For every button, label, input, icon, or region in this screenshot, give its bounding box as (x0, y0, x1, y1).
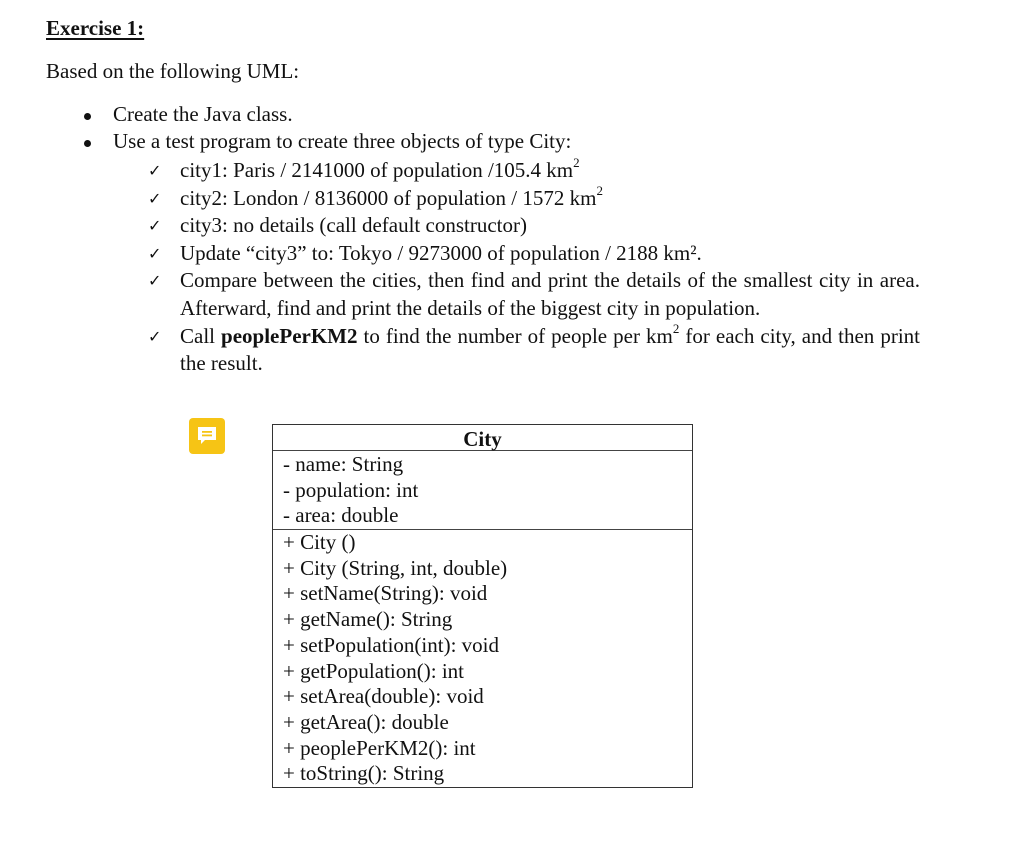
uml-method: + setName(String): void (283, 581, 488, 606)
bullet-text: Use a test program to create three objec… (113, 129, 572, 153)
checklist-item: ✓ Compare between the cities, then find … (0, 267, 1024, 322)
bullet-item: Create the Java class. (0, 102, 1024, 129)
uml-attribute: - area: double (283, 503, 399, 528)
bullet-list: Create the Java class. Use a test progra… (0, 102, 1024, 156)
checklist-text: Call peoplePerKM2 to find the number of … (180, 320, 920, 376)
uml-method: + toString(): String (283, 761, 445, 786)
uml-method: + City () (283, 530, 356, 555)
checklist-text: city3: no details (call default construc… (180, 213, 527, 238)
checklist-text: city2: London / 8136000 of population / … (180, 182, 603, 210)
comment-note-icon[interactable] (189, 418, 225, 454)
uml-class-diagram: City - name: String - population: int - … (272, 424, 693, 788)
checklist-item: ✓ city1: Paris / 2141000 of population /… (0, 155, 1024, 185)
checklist-text: Compare between the cities, then find an… (180, 268, 920, 320)
checklist: ✓ city1: Paris / 2141000 of population /… (0, 155, 1024, 378)
uml-method: + setArea(double): void (283, 684, 484, 709)
uml-method: + setPopulation(int): void (283, 632, 499, 657)
uml-attribute: - population: int (283, 477, 419, 502)
uml-method: + getArea(): double (283, 709, 449, 734)
bullet-text: Create the Java class. (113, 102, 293, 126)
check-mark-icon: ✓ (148, 161, 162, 180)
uml-method: + getName(): String (283, 607, 453, 632)
bullet-dot-icon (84, 140, 91, 147)
uml-methods: + City () + City (String, int, double) +… (273, 530, 692, 787)
method-name-bold: peoplePerKM2 (221, 323, 358, 348)
exercise-heading: Exercise 1: (46, 16, 145, 40)
uml-attribute: - name: String (283, 452, 404, 476)
bullet-dot-icon (84, 113, 91, 120)
checklist-item: ✓ Update “city3” to: Tokyo / 9273000 of … (0, 240, 1024, 268)
check-mark-icon: ✓ (148, 326, 162, 346)
check-mark-icon: ✓ (148, 243, 162, 263)
uml-method: + getPopulation(): int (283, 658, 464, 683)
uml-attributes: - name: String - population: int - area:… (273, 451, 692, 531)
checklist-item: ✓ city2: London / 8136000 of population … (0, 182, 1024, 213)
bullet-item: Use a test program to create three objec… (0, 129, 1024, 156)
check-mark-icon: ✓ (148, 216, 162, 236)
checklist-text: city1: Paris / 2141000 of population /10… (180, 155, 580, 182)
checklist-item: ✓ city3: no details (call default constr… (0, 212, 1024, 240)
check-mark-icon: ✓ (148, 188, 162, 208)
uml-class-name: City (273, 425, 692, 451)
intro-text: Based on the following UML: (46, 59, 300, 83)
checklist-item: ✓ Call peoplePerKM2 to find the number o… (0, 320, 1024, 378)
check-mark-icon: ✓ (148, 271, 162, 291)
uml-method: + City (String, int, double) (283, 555, 508, 580)
uml-method: + peoplePerKM2(): int (283, 735, 476, 760)
checklist-text: Update “city3” to: Tokyo / 9273000 of po… (180, 240, 702, 265)
